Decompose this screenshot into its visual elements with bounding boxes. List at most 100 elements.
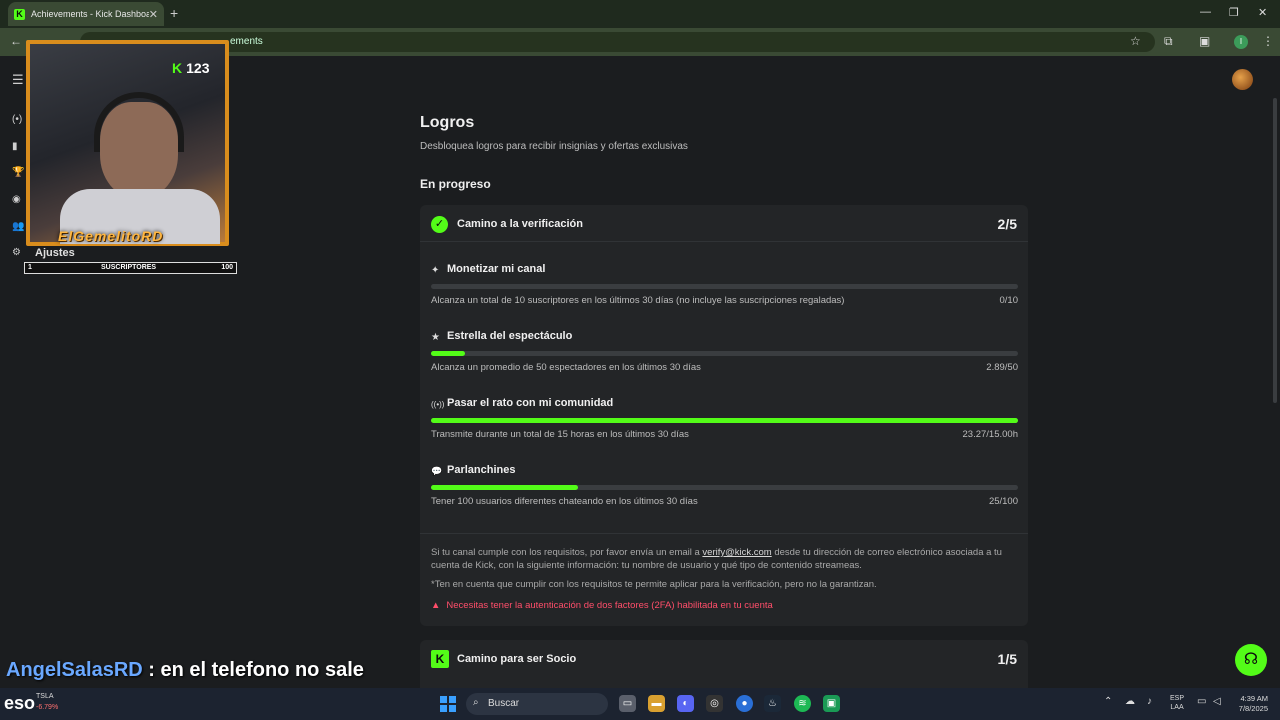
info-paragraph: Si tu canal cumple con los requisitos, p…: [431, 546, 1017, 572]
goal-description: Alcanza un total de 10 suscriptores en l…: [431, 295, 845, 306]
goal-value: 2.89/50: [986, 362, 1018, 373]
onedrive-icon[interactable]: ☁: [1125, 696, 1135, 707]
goal-progress-track: [431, 485, 1018, 490]
browser-tab[interactable]: K Achievements - Kick Dashboard ✕: [8, 2, 164, 26]
back-arrow-icon[interactable]: ←: [10, 34, 22, 48]
goal-title: Monetizar mi canal: [447, 263, 546, 275]
goal-value: 0/10: [999, 295, 1019, 306]
volume-icon[interactable]: ◁: [1213, 696, 1221, 707]
achievement-card-partner[interactable]: K Camino para ser Socio 1/5: [420, 640, 1028, 688]
star-icon[interactable]: ☆: [1130, 34, 1141, 48]
twofa-warning: ▲ Necesitas tener la autenticación de dos…: [431, 599, 1017, 612]
verify-email-link[interactable]: verify@kick.com: [702, 547, 771, 558]
goal-item: ✦ Monetizar mi canal Alcanza un total de…: [431, 263, 1018, 319]
goal-progress-track: [431, 418, 1018, 423]
goal-progress-track: [431, 284, 1018, 289]
search-placeholder: Buscar: [488, 698, 520, 709]
taskbar-search[interactable]: ⌕ Buscar: [466, 693, 608, 715]
chat-bubble-icon: 💬: [431, 466, 443, 476]
side-panel-icon[interactable]: ▣: [1199, 34, 1210, 48]
info-text-pre: Si tu canal cumple con los requisitos, p…: [431, 547, 703, 558]
sidebar-stream-icon[interactable]: (•): [12, 114, 22, 125]
taskbar-clock[interactable]: 4:39 AM 7/8/2025: [1232, 694, 1268, 714]
goal-item: 💬 Parlanchines Tener 100 usuarios difere…: [431, 464, 1018, 520]
browser-tab-strip: K Achievements - Kick Dashboard ✕ + — ❐ …: [0, 0, 1280, 28]
kick-badge-icon: K: [431, 650, 449, 668]
sub-goal-label: SUSCRIPTORES: [101, 264, 157, 271]
goal-progress-fill: [431, 485, 578, 490]
file-explorer-icon[interactable]: ▬: [648, 695, 665, 712]
card-title: Camino a la verificación: [457, 218, 583, 230]
tab-title: Achievements - Kick Dashboard: [31, 9, 149, 19]
tray-chevron-icon[interactable]: ⌃: [1104, 696, 1112, 707]
card-header[interactable]: ✓ Camino a la verificación 2/5: [420, 205, 1028, 242]
microphone-icon[interactable]: ♪: [1147, 696, 1152, 707]
goal-description: Alcanza un promedio de 50 espectadores e…: [431, 362, 701, 373]
goal-progress-fill: [431, 351, 466, 356]
support-headset-button[interactable]: ☊: [1235, 644, 1267, 676]
clock-time: 4:39 AM: [1240, 694, 1268, 703]
sub-goal-max: 100: [221, 264, 233, 271]
broadcast-icon: ((•)): [431, 400, 445, 409]
restore-button[interactable]: ❐: [1229, 6, 1239, 19]
menu-dots-icon[interactable]: ⋮: [1262, 34, 1274, 48]
sidebar-moderation-icon[interactable]: ◉: [12, 194, 21, 205]
subscriber-goal-bar: 1 SUSCRIPTORES 100: [24, 262, 237, 274]
achievement-card-verification: ✓ Camino a la verificación 2/5 ✦ Monetiz…: [420, 205, 1028, 626]
section-title-in-progress: En progreso: [420, 177, 491, 191]
obs-icon[interactable]: ◎: [706, 695, 723, 712]
hamburger-menu-icon[interactable]: ☰: [12, 72, 24, 88]
clock-date: 7/8/2025: [1238, 704, 1268, 713]
kick-follower-counter: K 123: [172, 60, 209, 76]
lang-top: ESP: [1170, 695, 1185, 702]
chrome-icon[interactable]: ●: [736, 695, 753, 712]
page-title: Logros: [420, 114, 475, 131]
discord-icon[interactable]: ◐: [677, 695, 694, 712]
goal-description: Tener 100 usuarios diferentes chateando …: [431, 496, 698, 507]
sidebar-trophy-icon[interactable]: 🏆: [12, 167, 24, 178]
card-progress-count: 1/5: [997, 651, 1017, 667]
sidebar-item-settings[interactable]: Ajustes: [35, 247, 75, 259]
scrollbar-thumb[interactable]: [1273, 98, 1277, 403]
verification-info: Si tu canal cumple con los requisitos, p…: [420, 533, 1028, 612]
new-tab-button[interactable]: +: [170, 5, 178, 21]
chat-overlay-message: AngelSalasRD : en el telefono no sale: [6, 659, 364, 682]
goal-item: ((•)) Pasar el rato con mi comunidad Tra…: [431, 397, 1018, 453]
warning-icon: ▲: [431, 600, 441, 611]
stock-ticker[interactable]: TSLA: [36, 693, 54, 700]
sidebar-settings-icon[interactable]: ⚙: [12, 247, 21, 258]
warning-text: Necesitas tener la autenticación de dos …: [446, 600, 773, 611]
sidebar-community-icon[interactable]: 👥: [12, 221, 24, 232]
star-people-icon: ★: [431, 332, 440, 343]
sidebar-stats-icon[interactable]: ▮: [12, 141, 18, 152]
close-tab-icon[interactable]: ✕: [149, 8, 158, 21]
goal-value: 25/100: [988, 496, 1018, 507]
goal-item: ★ Estrella del espectáculo Alcanza un pr…: [431, 330, 1018, 386]
minimize-button[interactable]: —: [1200, 6, 1211, 18]
lang-bottom: LAA: [1170, 704, 1184, 711]
close-window-button[interactable]: ✕: [1258, 6, 1267, 19]
chat-text: : en el telefono no sale: [142, 659, 364, 681]
search-icon: ⌕: [473, 697, 479, 708]
spotify-icon[interactable]: ≋: [794, 695, 811, 712]
user-avatar[interactable]: [1232, 69, 1253, 90]
card-title: Camino para ser Socio: [457, 653, 577, 665]
windows-start-icon[interactable]: [440, 696, 456, 712]
sparkle-icon: ✦: [431, 265, 440, 276]
url-input[interactable]: ements: [80, 32, 1155, 52]
browser-profile-avatar[interactable]: I: [1234, 35, 1248, 49]
steam-icon[interactable]: ♨: [764, 695, 781, 712]
kick-favicon-icon: K: [14, 8, 25, 20]
overlay-brand-logo: ElGemelitoRD: [58, 228, 164, 244]
app-icon[interactable]: ▣: [823, 695, 840, 712]
goal-value: 23.27/15.00h: [962, 429, 1018, 440]
goal-title: Estrella del espectáculo: [447, 330, 573, 342]
task-view-icon[interactable]: ▭: [619, 695, 636, 712]
extensions-icon[interactable]: ⧉: [1164, 34, 1173, 49]
chat-username: AngelSalasRD: [6, 659, 143, 681]
goal-progress-fill: [431, 418, 1018, 423]
widget-text: eso: [4, 693, 36, 713]
network-icon[interactable]: ▭: [1197, 696, 1206, 707]
language-indicator[interactable]: ESP LAA: [1170, 694, 1184, 712]
goal-progress-track: [431, 351, 1018, 356]
